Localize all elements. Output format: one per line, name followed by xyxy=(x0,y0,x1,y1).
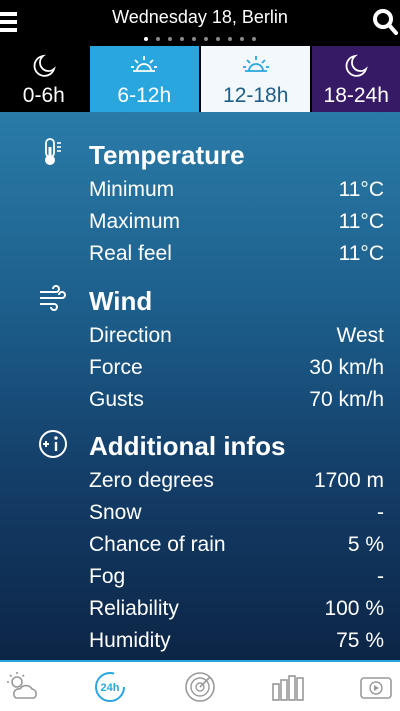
search-icon[interactable] xyxy=(372,8,398,36)
bottom-nav: 24h xyxy=(0,660,400,711)
data-row: Direction West xyxy=(89,324,384,348)
tab-12-18h[interactable]: 12-18h xyxy=(201,46,311,112)
wind-icon xyxy=(40,285,66,311)
row-value: - xyxy=(377,565,384,588)
24h-label: 24h xyxy=(101,682,120,694)
row-label: Zero degrees xyxy=(89,469,214,492)
tab-label: 6-12h xyxy=(117,84,172,107)
data-row: Maximum 11°C xyxy=(89,210,384,234)
row-label: Fog xyxy=(89,565,126,588)
row-label: Real feel xyxy=(89,242,172,265)
page-dot xyxy=(204,37,208,41)
row-value: 11°C xyxy=(338,178,384,201)
page-dot xyxy=(252,37,256,41)
row-value: 11°C xyxy=(338,242,384,265)
menu-icon[interactable] xyxy=(0,10,18,34)
row-value: 75 % xyxy=(336,629,384,652)
time-tabs: 0-6h 6-12h 12-18h 18-24h xyxy=(0,46,400,112)
page-dot xyxy=(228,37,232,41)
page-dot xyxy=(216,37,220,41)
row-label: Direction xyxy=(89,324,172,347)
forecast-details: Temperature Minimum 11°C Maximum 11°C Re… xyxy=(0,112,400,660)
row-value: 5 % xyxy=(347,533,384,556)
tab-label: 18-24h xyxy=(323,84,389,107)
section-title: Additional infos xyxy=(89,431,286,461)
top-bar: Wednesday 18, Berlin xyxy=(0,0,400,46)
24h-icon[interactable]: 24h xyxy=(92,670,128,704)
tab-0-6h[interactable]: 0-6h xyxy=(0,46,88,112)
row-label: Reliability xyxy=(89,597,179,620)
row-label: Gusts xyxy=(89,388,144,411)
row-label: Chance of rain xyxy=(89,533,226,556)
tab-label: 0-6h xyxy=(22,84,65,107)
row-label: Snow xyxy=(89,501,142,524)
data-row: Fog - xyxy=(89,565,384,589)
data-row: Snow - xyxy=(89,501,384,525)
tab-label: 12-18h xyxy=(223,84,289,107)
data-row: Real feel 11°C xyxy=(89,242,384,266)
row-value: - xyxy=(377,501,384,524)
tab-18-24h[interactable]: 18-24h xyxy=(312,46,400,112)
moon-icon xyxy=(345,54,369,77)
page-dot xyxy=(144,37,148,41)
video-icon[interactable] xyxy=(358,670,394,704)
bar-chart-icon[interactable] xyxy=(270,670,306,704)
row-label: Humidity xyxy=(89,629,171,652)
tab-6-12h[interactable]: 6-12h xyxy=(89,46,199,112)
data-row: Force 30 km/h xyxy=(89,356,384,380)
sun-icon xyxy=(131,56,158,72)
row-value: 30 km/h xyxy=(309,356,384,379)
page-dot xyxy=(180,37,184,41)
weather-icon[interactable] xyxy=(4,670,40,704)
page-indicator xyxy=(0,37,400,41)
info-plus-icon xyxy=(39,430,67,458)
page-title: Wednesday 18, Berlin xyxy=(112,7,288,27)
row-label: Force xyxy=(89,356,143,379)
section-title: Temperature xyxy=(89,140,245,170)
data-row: Gusts 70 km/h xyxy=(89,388,384,412)
data-row: Minimum 11°C xyxy=(89,178,384,202)
page-dot xyxy=(156,37,160,41)
section-title: Wind xyxy=(89,286,153,316)
row-value: 70 km/h xyxy=(309,388,384,411)
row-value: West xyxy=(336,324,384,347)
moon-icon xyxy=(33,54,56,77)
data-row: Reliability 100 % xyxy=(89,597,384,621)
row-label: Maximum xyxy=(89,210,181,233)
page-dot xyxy=(240,37,244,41)
radar-icon[interactable] xyxy=(182,670,218,704)
page-dot xyxy=(168,37,172,41)
data-row: Zero degrees 1700 m xyxy=(89,469,384,493)
row-value: 100 % xyxy=(324,597,384,620)
sun-icon xyxy=(242,56,269,72)
row-value: 1700 m xyxy=(313,469,384,492)
data-row: Humidity 75 % xyxy=(89,629,384,653)
data-row: Chance of rain 5 % xyxy=(89,533,384,557)
page-dot xyxy=(192,37,196,41)
thermometer-icon xyxy=(45,138,61,165)
row-value: 11°C xyxy=(338,210,384,233)
row-label: Minimum xyxy=(89,178,175,201)
